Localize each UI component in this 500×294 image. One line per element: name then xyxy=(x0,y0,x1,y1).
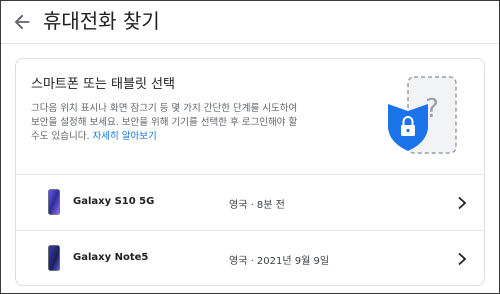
chevron-right-icon[interactable] xyxy=(456,252,468,266)
device-status: 영국 · 8분 전 xyxy=(229,200,285,211)
description-line: 수도 있습니다. 자세히 알아보기 xyxy=(31,130,371,144)
top-app-bar: 휴대전화 찾기 xyxy=(1,1,499,44)
device-select-card: 스마트폰 또는 태블릿 선택 그다음 위치 표시나 화면 잠그기 등 몇 가지 … xyxy=(15,58,485,286)
card-title: 스마트폰 또는 태블릿 선택 xyxy=(31,77,175,92)
page-title: 휴대전화 찾기 xyxy=(43,9,160,33)
description-line: 그다음 위치 표시나 화면 잠그기 등 몇 가지 간단한 단계를 시도하여 xyxy=(31,103,298,114)
device-row-galaxy-s10-5g[interactable]: Galaxy S10 5G 영국 · 8분 전 xyxy=(16,175,484,230)
card-description: 그다음 위치 표시나 화면 잠그기 등 몇 가지 간단한 단계를 시도하여 보안… xyxy=(31,102,371,144)
phone-icon xyxy=(48,245,60,271)
chevron-right-icon[interactable] xyxy=(456,196,468,210)
device-name: Galaxy S10 5G xyxy=(73,196,155,207)
description-text: 수도 있습니다. xyxy=(31,131,93,142)
learn-more-link[interactable]: 자세히 알아보기 xyxy=(93,131,157,142)
device-security-illustration: ? xyxy=(388,76,457,154)
device-status: 영국 · 2021년 9월 9일 xyxy=(229,256,330,267)
phone-icon xyxy=(48,189,60,215)
description-line: 보안을 설정해 보세요. 보안을 위해 기기를 선택한 후 로그인해야 할 xyxy=(31,117,298,128)
device-name: Galaxy Note5 xyxy=(73,252,149,263)
arrow-back-icon[interactable] xyxy=(11,11,33,33)
device-row-galaxy-note5[interactable]: Galaxy Note5 영국 · 2021년 9월 9일 xyxy=(16,231,484,285)
